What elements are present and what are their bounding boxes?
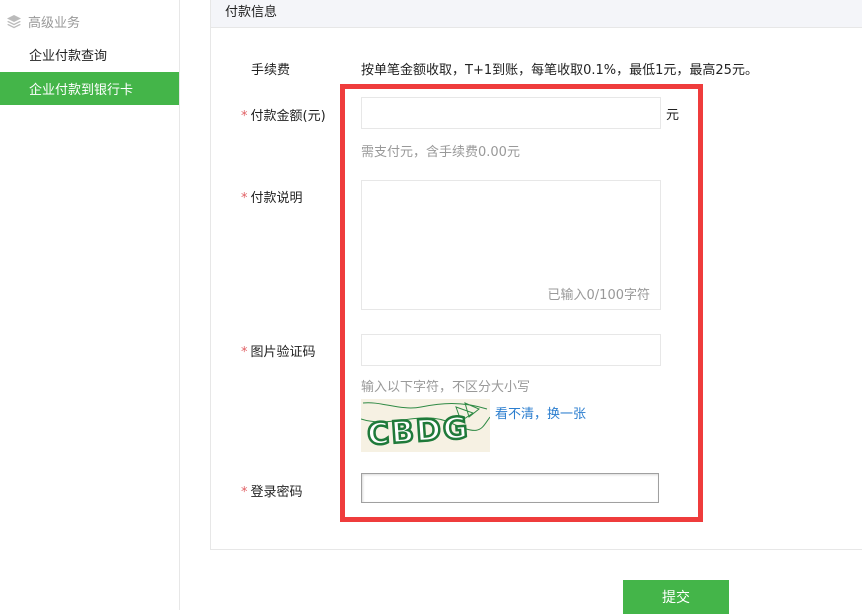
sidebar-group-advanced: 高级业务 xyxy=(0,8,180,34)
sidebar-item-label: 企业付款到银行卡 xyxy=(29,83,134,98)
captcha-refresh-link[interactable]: 看不清，换一张 xyxy=(495,403,586,422)
captcha-label: * 图片验证码 xyxy=(241,341,316,360)
amount-label: * 付款金额(元) xyxy=(241,105,326,124)
sidebar-item-label: 企业付款查询 xyxy=(29,49,108,64)
captcha-hint: 输入以下字符，不区分大小写 xyxy=(361,380,531,395)
sidebar-item-payment-to-bank-card[interactable]: 企业付款到银行卡 xyxy=(0,72,179,105)
captcha-image-text: CBDG xyxy=(366,411,471,452)
captcha-image[interactable]: CBDG xyxy=(360,399,491,454)
required-mark: * xyxy=(241,191,248,206)
sidebar-item-payment-query[interactable]: 企业付款查询 xyxy=(0,38,179,71)
sidebar-group-label: 高级业务 xyxy=(28,15,81,31)
required-mark: * xyxy=(241,109,248,124)
password-input[interactable] xyxy=(361,473,659,503)
password-label-text: 登录密码 xyxy=(250,485,303,500)
fee-label: 手续费 xyxy=(251,63,291,78)
captcha-label-text: 图片验证码 xyxy=(250,345,316,360)
captcha-input[interactable] xyxy=(361,334,661,366)
amount-hint: 需支付元，含手续费0.00元 xyxy=(361,145,520,160)
amount-label-text: 付款金额(元) xyxy=(250,109,326,124)
fee-description: 按单笔金额收取，T+1到账，每笔收取0.1%，最低1元，最高25元。 xyxy=(361,63,758,78)
layers-icon xyxy=(6,13,22,29)
description-textarea[interactable]: 已输入0/100字符 xyxy=(361,180,661,310)
submit-button[interactable]: 提交 xyxy=(623,580,729,614)
sidebar: 高级业务 企业付款查询 企业付款到银行卡 xyxy=(0,0,180,610)
description-label-text: 付款说明 xyxy=(250,191,303,206)
required-mark: * xyxy=(241,485,248,500)
required-mark: * xyxy=(241,345,248,360)
description-label: * 付款说明 xyxy=(241,187,303,206)
description-char-counter: 已输入0/100字符 xyxy=(547,288,650,303)
panel-title: 付款信息 xyxy=(211,0,862,28)
amount-input[interactable] xyxy=(361,97,661,129)
password-label: * 登录密码 xyxy=(241,481,303,500)
amount-unit: 元 xyxy=(666,108,680,123)
